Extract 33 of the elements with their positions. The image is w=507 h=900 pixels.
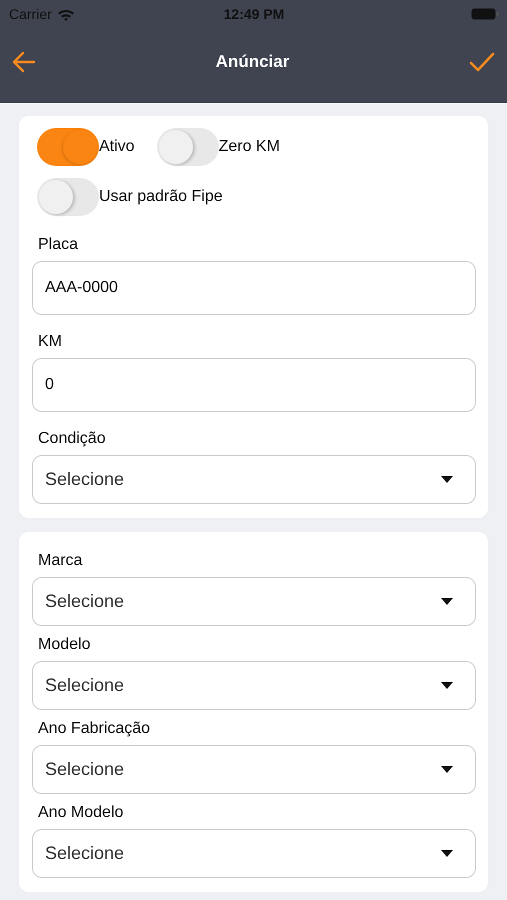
screen-title: Anúnciar <box>216 52 290 72</box>
field-label: Condição <box>38 430 107 448</box>
clock-time: 12:49 PM <box>224 6 284 22</box>
toggle-label: Zero KM <box>218 138 280 156</box>
caret-down-icon <box>441 682 453 689</box>
caret-down-icon <box>441 766 453 773</box>
toggle-switch[interactable] <box>156 128 219 166</box>
field-label: KM <box>38 333 63 351</box>
dropdown-field[interactable]: Selecione <box>32 661 476 710</box>
field-label: Ano Fabricação <box>38 720 152 738</box>
battery-icon <box>470 8 499 20</box>
input-field[interactable]: 0 <box>32 358 476 412</box>
toggle-switch[interactable] <box>37 128 99 166</box>
dropdown-field[interactable]: Selecione <box>32 829 476 878</box>
confirm-button[interactable] <box>467 50 497 74</box>
caret-down-icon <box>441 476 453 483</box>
field-label: Modelo <box>38 636 92 654</box>
caret-down-icon <box>441 598 453 605</box>
wifi-icon <box>56 8 75 20</box>
field-label: Marca <box>38 552 84 570</box>
dropdown-field[interactable]: Selecione <box>32 455 476 504</box>
input-field[interactable]: AAA-0000 <box>32 261 476 315</box>
caret-down-icon <box>441 850 453 857</box>
field-label: Placa <box>38 236 80 254</box>
dropdown-field[interactable]: Selecione <box>32 745 476 794</box>
toggle-label: Usar padrão Fipe <box>99 188 223 206</box>
toggle-switch[interactable] <box>37 178 99 216</box>
back-arrow-icon <box>12 50 36 72</box>
checkmark-icon <box>469 52 495 72</box>
field-label: Ano Modelo <box>38 804 124 822</box>
dropdown-field[interactable]: Selecione <box>32 577 476 626</box>
toggle-label: Ativo <box>99 138 135 156</box>
carrier-label: Carrier <box>9 6 52 22</box>
